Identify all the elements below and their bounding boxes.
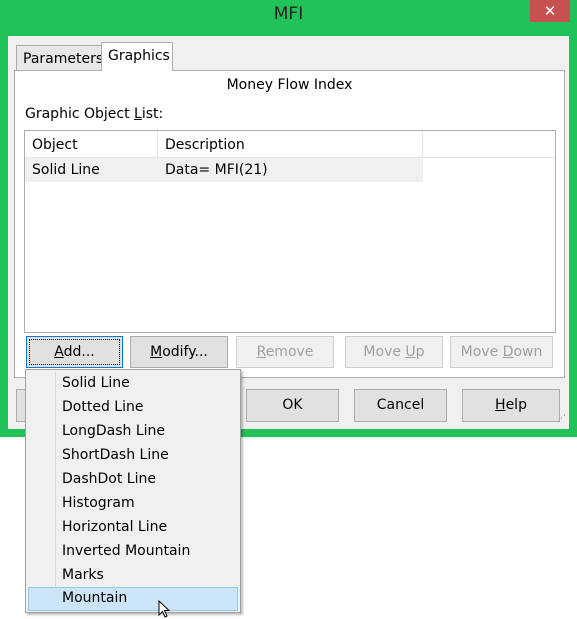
add-button[interactable]: Add... (26, 336, 123, 368)
column-header-description[interactable]: Description (158, 131, 423, 158)
table-row-description[interactable]: Data= MFI(21) (158, 158, 423, 182)
close-icon: ✕ (543, 2, 557, 20)
move-up-button[interactable]: Move Up (345, 336, 443, 368)
cancel-button[interactable]: Cancel (354, 389, 447, 422)
menu-item-dotted-line[interactable]: Dotted Line (28, 396, 238, 420)
menu-item-marks[interactable]: Marks (28, 564, 238, 588)
menu-item-longdash-line[interactable]: LongDash Line (28, 420, 238, 444)
tab-graphics[interactable]: Graphics (101, 42, 173, 71)
mouse-cursor-icon (158, 600, 171, 618)
menu-item-histogram[interactable]: Histogram (28, 492, 238, 516)
menu-item-inverted-mountain[interactable]: Inverted Mountain (28, 540, 238, 564)
column-header-empty (423, 131, 555, 158)
menu-item-shortdash-line[interactable]: ShortDash Line (28, 444, 238, 468)
indicator-heading: Money Flow Index (226, 77, 353, 93)
help-button[interactable]: Help (462, 389, 560, 422)
add-dropdown-menu: Solid Line Dotted Line LongDash Line Sho… (25, 369, 241, 613)
tab-parameters[interactable]: Parameters (16, 45, 103, 72)
graphic-object-list[interactable]: Object Description Solid Line Data= MFI(… (24, 130, 556, 333)
table-row-object[interactable]: Solid Line (25, 158, 158, 182)
menu-item-horizontal-line[interactable]: Horizontal Line (28, 516, 238, 540)
menu-item-dashdot-line[interactable]: DashDot Line (28, 468, 238, 492)
close-button[interactable]: ✕ (530, 0, 570, 22)
resize-grip-icon[interactable]: ⋰ (557, 414, 567, 426)
move-down-button[interactable]: Move Down (450, 336, 553, 368)
column-header-object[interactable]: Object (25, 131, 158, 158)
modify-button[interactable]: Modify... (130, 336, 228, 368)
list-label: Graphic Object List: (25, 106, 164, 122)
window-title: MFI (273, 4, 304, 24)
menu-item-solid-line[interactable]: Solid Line (28, 372, 238, 396)
ok-button[interactable]: OK (246, 389, 339, 422)
remove-button[interactable]: Remove (236, 336, 334, 368)
menu-item-mountain[interactable]: Mountain (28, 587, 238, 611)
